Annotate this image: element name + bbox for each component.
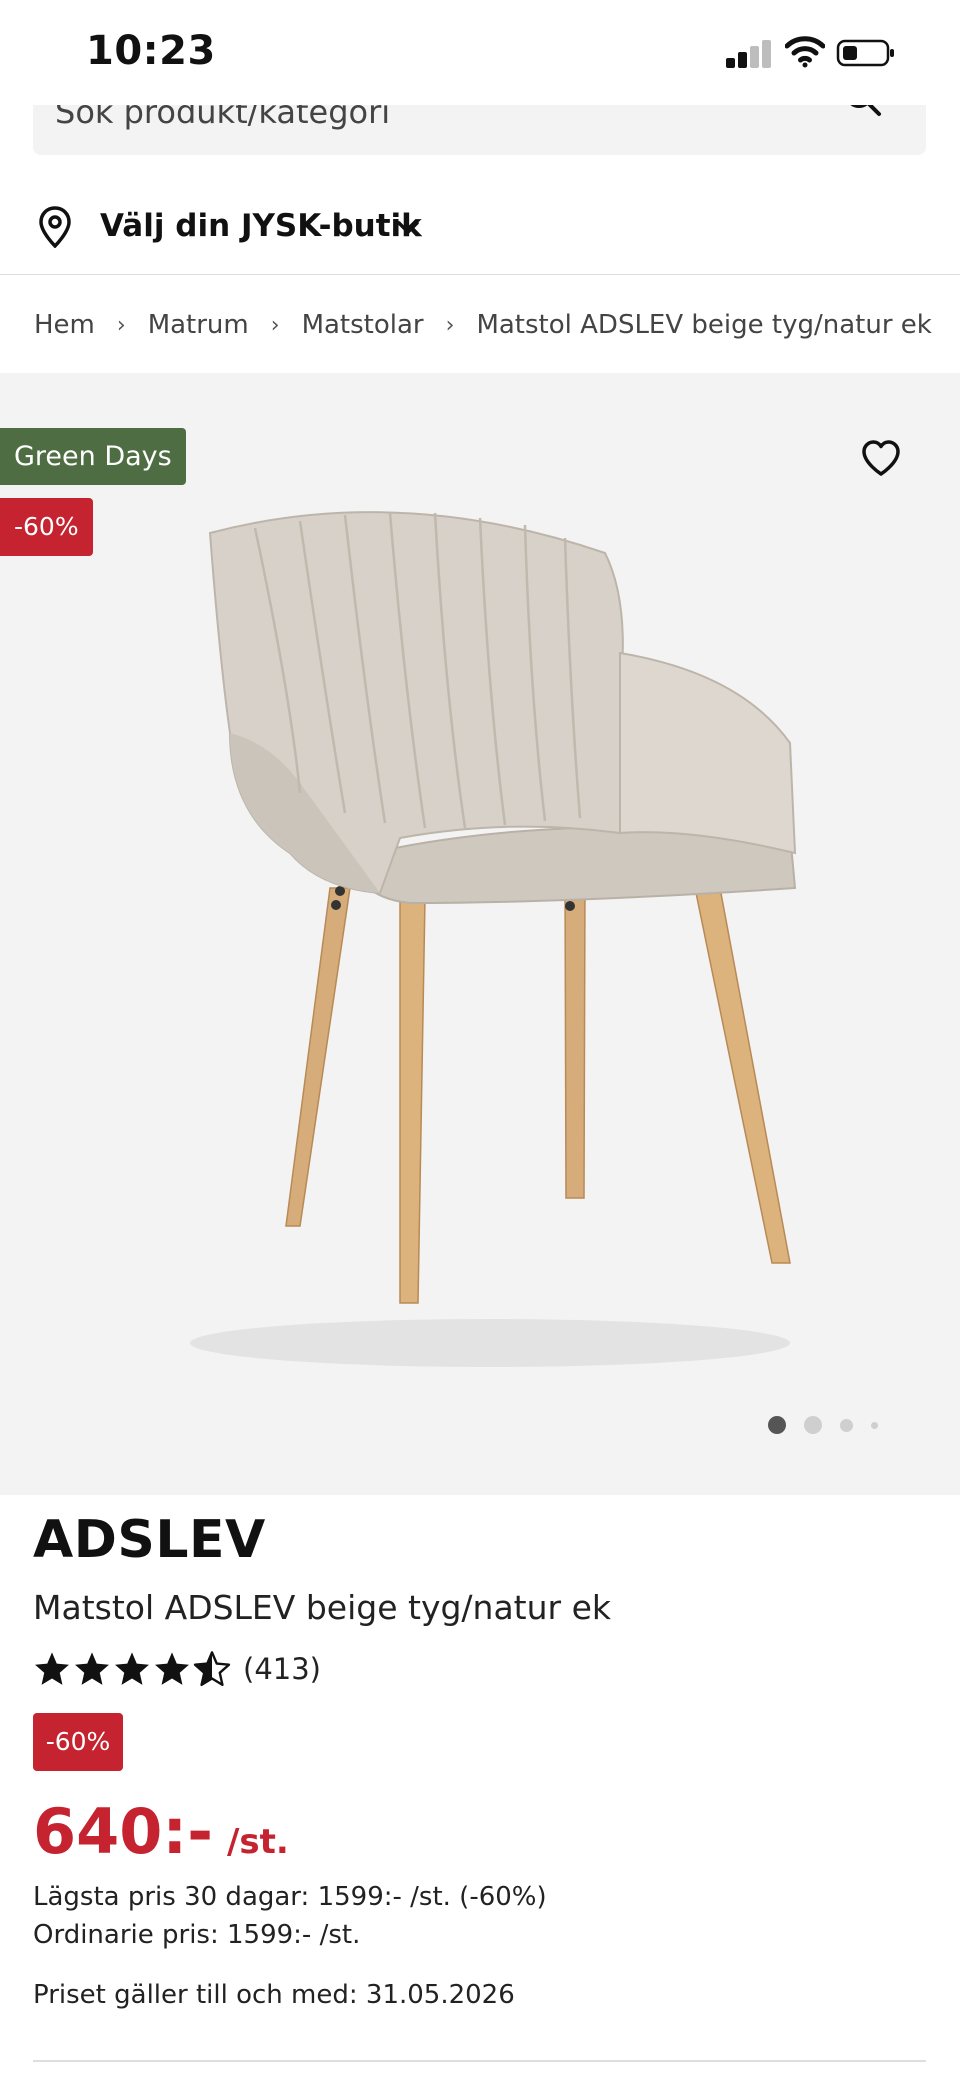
store-selector-label[interactable]: Välj din JYSK-butik (100, 208, 422, 244)
product-image-gallery[interactable]: Green Days -60% (0, 373, 960, 1495)
breadcrumb-separator-icon: › (116, 312, 126, 338)
chevron-down-icon[interactable] (396, 218, 420, 238)
star-filled-icon (75, 1652, 109, 1685)
discount-badge-image: -60% (0, 498, 93, 556)
search-placeholder: Sök produkt/kategori (55, 105, 391, 131)
star-half-icon (193, 1651, 231, 1687)
product-price: 640:- /st. (33, 1795, 289, 1868)
pagination-dot-active[interactable] (768, 1416, 786, 1434)
pagination-dot[interactable] (840, 1418, 853, 1432)
star-filled-icon (155, 1652, 189, 1685)
product-brand: ADSLEV (33, 1510, 266, 1570)
product-name: Matstol ADSLEV beige tyg/natur ek (33, 1588, 611, 1627)
breadcrumb: Hem › Matrum › Matstolar › Matstol ADSLE… (34, 305, 932, 345)
image-pagination[interactable] (768, 1413, 878, 1437)
breadcrumb-separator-icon: › (445, 312, 455, 338)
breadcrumb-item-hem[interactable]: Hem (34, 310, 95, 340)
price-valid-until: Priset gäller till och med: 31.05.2026 (33, 1980, 515, 2010)
location-pin-icon (39, 206, 71, 248)
discount-badge: -60% (33, 1713, 123, 1771)
divider (33, 2060, 926, 2062)
product-rating[interactable]: (413) (33, 1647, 321, 1691)
breadcrumb-item-matrum[interactable]: Matrum (148, 310, 249, 340)
rating-stars (33, 1650, 231, 1688)
rating-count[interactable]: (413) (243, 1652, 321, 1686)
search-icon[interactable] (842, 105, 882, 117)
status-time: 10:23 (86, 28, 216, 74)
ordinary-price: Ordinarie pris: 1599:- /st. (33, 1920, 361, 1950)
star-filled-icon (35, 1652, 69, 1685)
price-unit: /st. (226, 1822, 289, 1862)
pagination-dot[interactable] (871, 1421, 878, 1429)
breadcrumb-item-matstolar[interactable]: Matstolar (302, 310, 424, 340)
breadcrumb-item-current: Matstol ADSLEV beige tyg/natur ek (476, 310, 932, 340)
pagination-dot[interactable] (804, 1416, 822, 1434)
product-image-chair (190, 511, 797, 1367)
search-input[interactable]: Sök produkt/kategori (33, 105, 926, 155)
heart-icon[interactable] (860, 438, 902, 478)
wifi-icon (785, 36, 825, 68)
lowest-price-30-days: Lägsta pris 30 dagar: 1599:- /st. (-60%) (33, 1882, 547, 1912)
price-value: 640:- (33, 1795, 213, 1868)
cellular-signal-icon (726, 40, 772, 68)
battery-icon (836, 39, 894, 67)
store-selector[interactable]: Välj din JYSK-butik (0, 190, 960, 275)
breadcrumb-separator-icon: › (270, 312, 280, 338)
green-days-badge: Green Days (0, 428, 186, 485)
search-bar-container: Sök produkt/kategori (0, 105, 960, 165)
status-bar: 10:23 (0, 0, 960, 105)
star-filled-icon (115, 1652, 149, 1685)
